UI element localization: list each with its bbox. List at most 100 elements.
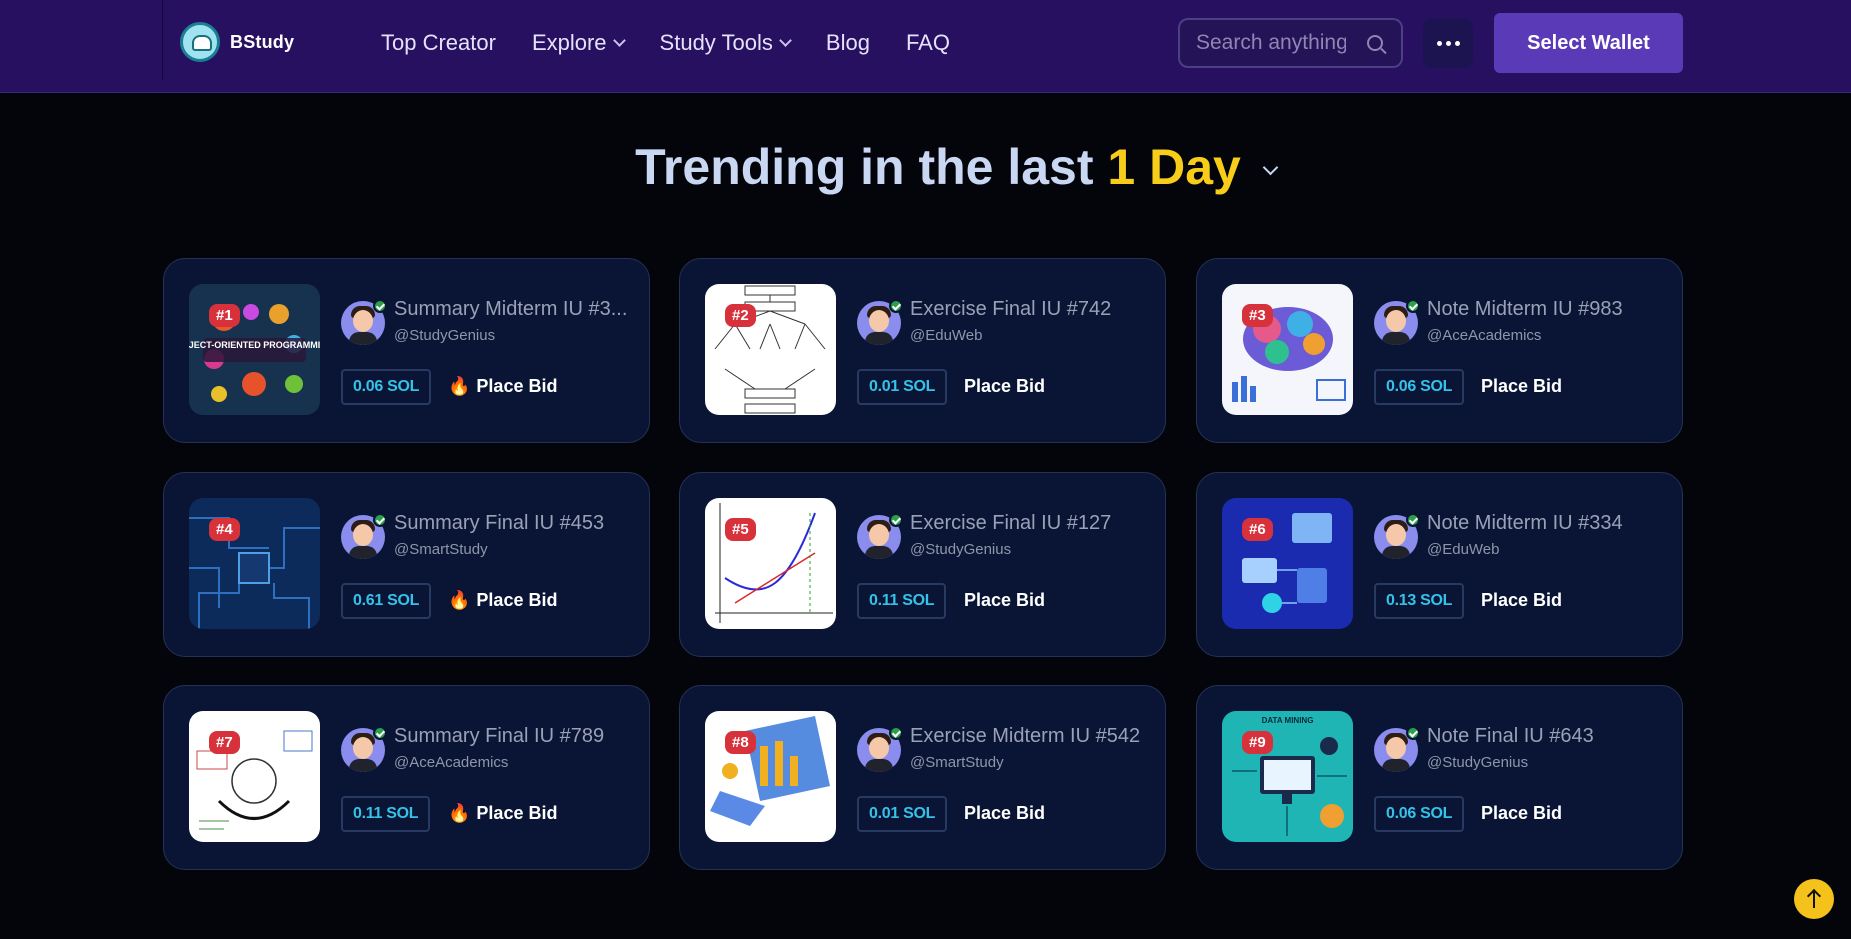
trending-card[interactable]: #2 Exercise Final IU #742 @EduWeb 0.01 S… (679, 258, 1166, 443)
place-bid-button[interactable]: 🔥 Place Bid (448, 376, 557, 397)
item-title[interactable]: Exercise Final IU #127 (910, 512, 1111, 535)
price-badge: 0.13 SOL (1374, 583, 1465, 619)
search-icon[interactable] (1367, 35, 1383, 51)
menu-label: FAQ (905, 30, 950, 55)
thumbnail-data-mining-image[interactable]: DATA MINING #9 (1222, 711, 1353, 842)
place-bid-button[interactable]: Place Bid (964, 590, 1045, 611)
price-badge: 0.61 SOL (341, 583, 432, 619)
title-prefix: Trending in the last (635, 139, 1094, 195)
price-badge: 0.01 SOL (857, 796, 948, 832)
place-bid-button[interactable]: Place Bid (964, 376, 1045, 397)
place-bid-button[interactable]: 🔥 Place Bid (448, 803, 557, 824)
fire-icon: 🔥 (448, 376, 471, 396)
dot-icon (1445, 40, 1451, 46)
rank-badge: #7 (209, 731, 240, 754)
verified-check-icon (373, 299, 387, 313)
scroll-to-top-button[interactable] (1794, 879, 1834, 919)
item-title[interactable]: Note Midterm IU #983 (1427, 298, 1623, 321)
menu-item-faq[interactable]: FAQ (906, 30, 950, 56)
logo[interactable]: BStudy (180, 22, 294, 62)
more-options-button[interactable] (1423, 18, 1473, 68)
thumbnail-text-data-mining: DATA MINING (1262, 716, 1314, 725)
rank-badge: #2 (725, 304, 756, 327)
search-box (1178, 18, 1403, 68)
menu-item-blog[interactable]: Blog (826, 30, 870, 56)
timeframe-selector[interactable]: 1 Day (1107, 139, 1240, 195)
place-bid-button[interactable]: 🔥 Place Bid (448, 590, 557, 611)
logo-text: BStudy (230, 31, 295, 52)
item-title[interactable]: Summary Final IU #453 (394, 512, 604, 535)
place-bid-label: Place Bid (1481, 590, 1563, 610)
rank-badge: #6 (1242, 518, 1273, 541)
creator-handle[interactable]: @AceAcademics (1427, 327, 1541, 344)
trending-card[interactable]: #4 Summary Final IU #453 @SmartStudy 0.6… (163, 472, 650, 657)
dot-icon (1436, 40, 1442, 46)
place-bid-label: Place Bid (964, 803, 1046, 823)
select-wallet-button[interactable]: Select Wallet (1494, 13, 1683, 73)
item-title[interactable]: Summary Final IU #789 (394, 725, 604, 748)
price-badge: 0.06 SOL (341, 369, 432, 405)
timeframe-chevron-down-icon[interactable] (1262, 159, 1279, 175)
thumbnail-brain-data-image[interactable]: #3 (1222, 284, 1353, 415)
place-bid-label: Place Bid (476, 590, 558, 610)
menu-label: Top Creator (381, 30, 496, 55)
chevron-down-icon (612, 34, 626, 47)
place-bid-label: Place Bid (476, 803, 558, 823)
verified-check-icon (373, 726, 387, 740)
creator-handle[interactable]: @EduWeb (1427, 541, 1500, 558)
item-title[interactable]: Exercise Final IU #742 (910, 298, 1111, 321)
place-bid-label: Place Bid (1481, 803, 1563, 823)
creator-handle[interactable]: @StudyGenius (1427, 754, 1528, 771)
place-bid-button[interactable]: Place Bid (1481, 376, 1562, 397)
rank-badge: #8 (725, 731, 756, 754)
thumbnail-network-image[interactable]: #6 (1222, 498, 1353, 629)
thumbnail-oop-image[interactable]: OBJECT-ORIENTED PROGRAMMING #1 (189, 284, 320, 415)
trending-card[interactable]: OBJECT-ORIENTED PROGRAMMING #1 Summary M… (163, 258, 650, 443)
dot-icon (1454, 40, 1460, 46)
place-bid-button[interactable]: Place Bid (1481, 590, 1562, 611)
creator-handle[interactable]: @StudyGenius (394, 327, 495, 344)
price-badge: 0.11 SOL (341, 796, 431, 832)
rank-badge: #3 (1242, 304, 1273, 327)
menu-item-explore[interactable]: Explore (531, 30, 626, 56)
fire-icon: 🔥 (448, 803, 471, 823)
thumbnail-diagram-image[interactable]: #2 (705, 284, 836, 415)
item-title[interactable]: Exercise Midterm IU #542 (910, 725, 1140, 748)
price-badge: 0.06 SOL (1374, 369, 1465, 405)
creator-handle[interactable]: @SmartStudy (394, 541, 488, 558)
thumbnail-sketch-image[interactable]: #7 (189, 711, 320, 842)
place-bid-label: Place Bid (964, 376, 1046, 396)
trending-card[interactable]: #3 Note Midterm IU #983 @AceAcademics 0.… (1196, 258, 1683, 443)
menu-label: Explore (531, 30, 607, 55)
nav-divider (162, 0, 163, 80)
verified-check-icon (889, 299, 903, 313)
creator-handle[interactable]: @AceAcademics (394, 754, 508, 771)
place-bid-button[interactable]: Place Bid (1481, 803, 1562, 824)
trending-card[interactable]: #6 Note Midterm IU #334 @EduWeb 0.13 SOL… (1196, 472, 1683, 657)
trending-card[interactable]: DATA MINING #9 Note Final IU #643 @Study… (1196, 685, 1683, 870)
trending-card[interactable]: #7 Summary Final IU #789 @AceAcademics 0… (163, 685, 650, 870)
menu-item-top-creator[interactable]: Top Creator (381, 30, 496, 56)
price-badge: 0.06 SOL (1374, 796, 1465, 832)
menu-item-study-tools[interactable]: Study Tools (660, 30, 792, 56)
creator-handle[interactable]: @StudyGenius (910, 541, 1011, 558)
verified-check-icon (889, 513, 903, 527)
main-menu: Top Creator Explore Study Tools Blog FAQ (381, 30, 986, 56)
search-input[interactable] (1196, 31, 1346, 55)
logo-icon (180, 22, 220, 62)
item-title[interactable]: Summary Midterm IU #3... (394, 298, 627, 321)
thumbnail-graph-image[interactable]: #5 (705, 498, 836, 629)
thumbnail-isometric-image[interactable]: #8 (705, 711, 836, 842)
item-title[interactable]: Note Final IU #643 (1427, 725, 1594, 748)
thumbnail-circuit-image[interactable]: #4 (189, 498, 320, 629)
creator-handle[interactable]: @EduWeb (910, 327, 983, 344)
rank-badge: #9 (1242, 731, 1273, 754)
trending-card[interactable]: #8 Exercise Midterm IU #542 @SmartStudy … (679, 685, 1166, 870)
verified-check-icon (889, 726, 903, 740)
place-bid-label: Place Bid (476, 376, 558, 396)
item-title[interactable]: Note Midterm IU #334 (1427, 512, 1623, 535)
place-bid-button[interactable]: Place Bid (964, 803, 1045, 824)
rank-badge: #1 (209, 304, 240, 327)
creator-handle[interactable]: @SmartStudy (910, 754, 1004, 771)
trending-card[interactable]: #5 Exercise Final IU #127 @StudyGenius 0… (679, 472, 1166, 657)
